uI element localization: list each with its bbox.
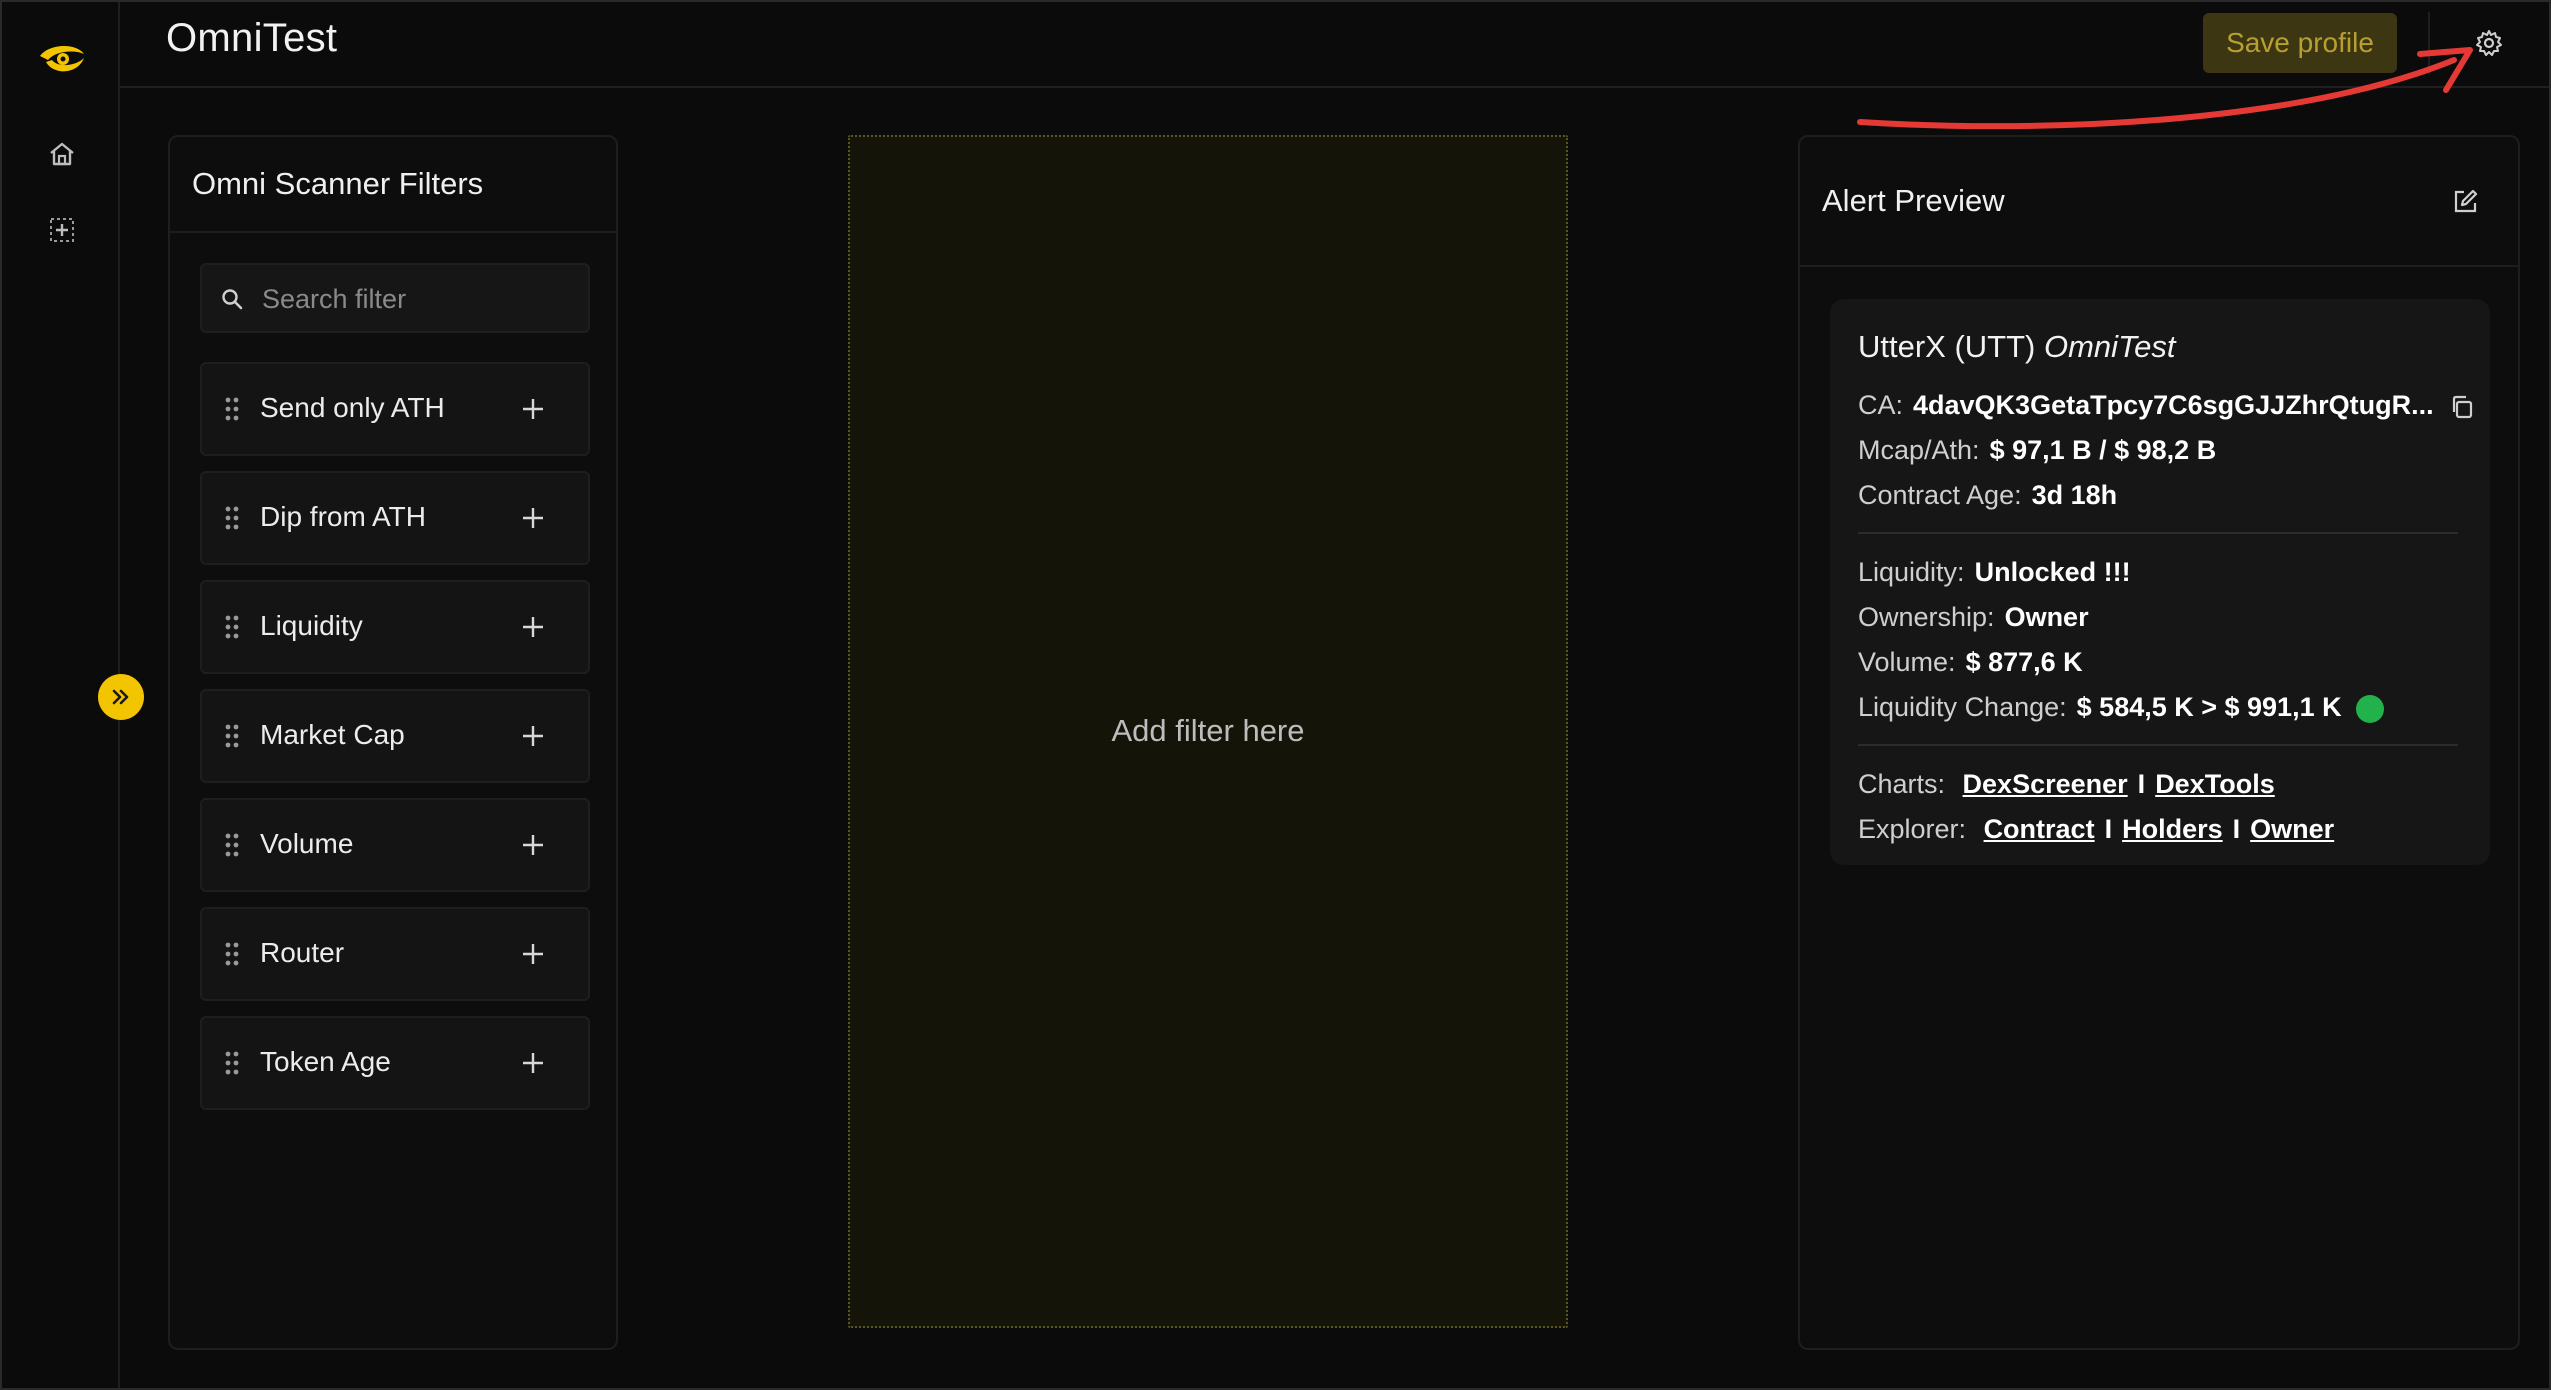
link-separator: I (2137, 769, 2146, 799)
logo-icon[interactable] (36, 32, 88, 84)
filter-item-send-only-ath[interactable]: Send only ATH (200, 362, 590, 456)
charts-label: Charts: (1858, 769, 1946, 799)
volume-row: Volume: $ 877,6 K (1858, 640, 2462, 685)
filter-item-liquidity[interactable]: Liquidity (200, 580, 590, 674)
filter-item-token-age[interactable]: Token Age (200, 1016, 590, 1110)
ca-row: CA: 4davQK3GetaTpcy7C6sgGJJZhrQtugR... (1858, 383, 2472, 428)
filter-dropzone[interactable]: Add filter here (848, 135, 1568, 1328)
liquidity-change-label: Liquidity Change: (1858, 692, 2067, 722)
app-window: OmniTest Save profile Omni Scanner Filte… (0, 0, 2551, 1390)
owner-link[interactable]: Owner (2250, 814, 2334, 844)
filter-item-volume[interactable]: Volume (200, 798, 590, 892)
search-icon (222, 289, 243, 310)
token-name: UtterX (UTT) (1858, 329, 2036, 364)
alert-preview-panel: Alert Preview UtterX (UTT) OmniTest CA: 4… (1798, 135, 2520, 1350)
filter-item-router[interactable]: Router (200, 907, 590, 1001)
age-row: Contract Age: 3d 18h (1858, 473, 2462, 518)
gear-icon[interactable] (2474, 28, 2504, 58)
link-separator: I (2104, 814, 2113, 844)
plus-icon[interactable] (520, 396, 546, 422)
filter-label: Dip from ATH (260, 501, 426, 532)
alert-card: UtterX (UTT) OmniTest CA: 4davQK3GetaTpcy… (1830, 299, 2490, 865)
age-label: Contract Age: (1858, 480, 2022, 510)
liquidity-change-row: Liquidity Change: $ 584,5 K > $ 991,1 K (1858, 685, 2462, 730)
filter-label: Token Age (260, 1046, 391, 1077)
holders-link[interactable]: Holders (2122, 814, 2223, 844)
token-profile: OmniTest (2044, 329, 2176, 364)
top-bar: OmniTest Save profile (120, 2, 2549, 88)
filter-item-dip-from-ath[interactable]: Dip from ATH (200, 471, 590, 565)
alert-preview-header: Alert Preview (1800, 137, 2518, 267)
ownership-value: Owner (2004, 602, 2089, 632)
filter-label: Router (260, 937, 345, 968)
divider (1858, 744, 2458, 746)
drag-handle-icon[interactable] (224, 832, 240, 858)
chevron-double-right-icon (112, 689, 129, 705)
expand-sidebar-button[interactable] (98, 674, 144, 720)
divider (1858, 532, 2458, 534)
dextools-link[interactable]: DexTools (2155, 769, 2275, 799)
drag-handle-icon[interactable] (224, 505, 240, 531)
volume-label: Volume: (1858, 647, 1956, 677)
drag-handle-icon[interactable] (224, 723, 240, 749)
plus-icon[interactable] (520, 1050, 546, 1076)
filter-item-market-cap[interactable]: Market Cap (200, 689, 590, 783)
drag-handle-icon[interactable] (224, 614, 240, 640)
filters-panel: Omni Scanner Filters Send only ATH Dip f… (168, 135, 618, 1350)
drag-handle-icon[interactable] (224, 941, 240, 967)
plus-icon[interactable] (520, 832, 546, 858)
mcap-label: Mcap/Ath: (1858, 435, 1980, 465)
mcap-value: $ 97,1 B / $ 98,2 B (1989, 435, 2217, 465)
app-title: OmniTest (166, 16, 338, 60)
link-separator: I (2232, 814, 2241, 844)
home-icon[interactable] (46, 138, 78, 170)
plus-icon[interactable] (520, 941, 546, 967)
copy-icon[interactable] (2448, 393, 2476, 421)
liquidity-change-value: $ 584,5 K > $ 991,1 K (2076, 692, 2342, 722)
explorer-label: Explorer: (1858, 814, 1967, 844)
drag-handle-icon[interactable] (224, 1050, 240, 1076)
search-input[interactable] (260, 277, 580, 321)
drag-handle-icon[interactable] (224, 396, 240, 422)
alert-preview-title: Alert Preview (1822, 183, 2005, 218)
search-filter[interactable] (200, 263, 590, 333)
ca-value: 4davQK3GetaTpcy7C6sgGJJZhrQtugR... (1913, 390, 2434, 420)
filter-label: Volume (260, 828, 354, 859)
contract-link[interactable]: Contract (1984, 814, 2095, 844)
liquidity-row: Liquidity: Unlocked !!! (1858, 550, 2462, 595)
mcap-row: Mcap/Ath: $ 97,1 B / $ 98,2 B (1858, 428, 2462, 473)
liquidity-value: Unlocked !!! (1974, 557, 2131, 587)
filter-label: Liquidity (260, 610, 363, 641)
ca-label: CA: (1858, 390, 1904, 420)
filter-label: Send only ATH (260, 392, 445, 423)
plus-icon[interactable] (520, 723, 546, 749)
ownership-row: Ownership: Owner (1858, 595, 2462, 640)
topbar-divider (2428, 12, 2430, 74)
age-value: 3d 18h (2031, 480, 2118, 510)
edit-icon[interactable] (2450, 187, 2480, 217)
plus-icon[interactable] (520, 614, 546, 640)
charts-row: Charts: DexScreener I DexTools (1858, 762, 2462, 807)
plus-icon[interactable] (520, 505, 546, 531)
filter-label: Market Cap (260, 719, 405, 750)
dashboard-icon[interactable] (46, 214, 78, 246)
token-title: UtterX (UTT) OmniTest (1858, 329, 2462, 365)
liquidity-label: Liquidity: (1858, 557, 1965, 587)
dexscreener-link[interactable]: DexScreener (1963, 769, 2128, 799)
filters-panel-title: Omni Scanner Filters (170, 137, 616, 233)
status-dot (2355, 694, 2384, 723)
explorer-row: Explorer: Contract I Holders I Owner (1858, 807, 2462, 852)
save-profile-button[interactable]: Save profile (2203, 13, 2397, 73)
dropzone-text: Add filter here (1111, 713, 1305, 748)
ownership-label: Ownership: (1858, 602, 1995, 632)
volume-value: $ 877,6 K (1965, 647, 2083, 677)
